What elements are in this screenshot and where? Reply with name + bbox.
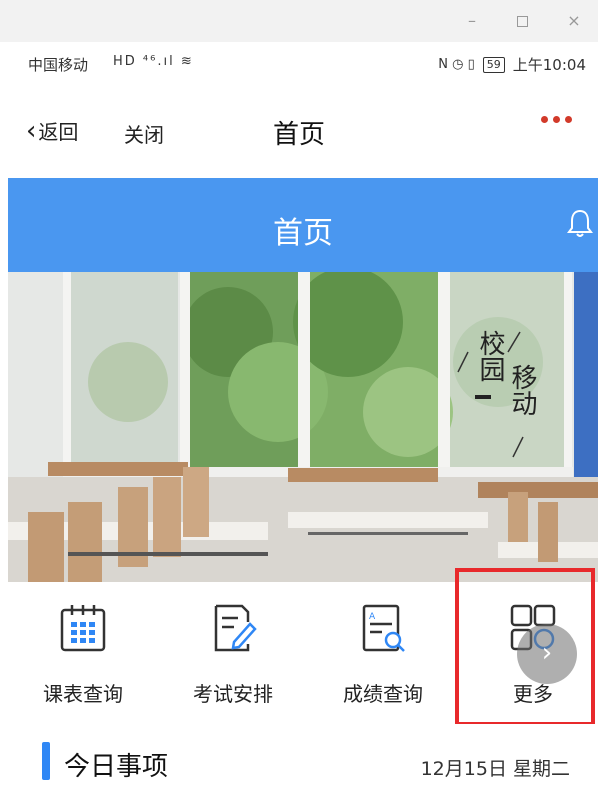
section-marker (42, 742, 50, 780)
nav-title: 首页 (272, 120, 325, 150)
header-title: 首页 (273, 216, 333, 251)
nfc-alarm-vibrate-icons: N ◷ ▯ (438, 57, 475, 72)
bell-icon[interactable] (566, 208, 594, 240)
today-title: 今日事项 (64, 752, 169, 782)
svg-text:A: A (369, 612, 376, 622)
maximize-button[interactable] (508, 8, 536, 34)
func-label: 考试安排 (193, 682, 273, 706)
exam-edit-icon (214, 604, 257, 652)
grade-search-icon: A (362, 604, 405, 652)
network-icons: HD ⁴⁶.ıl ≋ (113, 54, 194, 69)
status-time: 上午10:04 (512, 56, 586, 74)
func-timetable[interactable]: 课表查询 (8, 582, 158, 722)
battery-icon: 59 (482, 56, 505, 73)
close-window-button[interactable]: × (560, 8, 588, 34)
close-button[interactable]: 关闭 (124, 119, 164, 148)
page-header: 首页 (8, 178, 598, 272)
back-button[interactable]: ‹ 返回 (26, 116, 78, 145)
func-label: 课表查询 (43, 682, 123, 706)
minimize-button[interactable]: – (458, 8, 486, 34)
today-section: 今日事项 12月15日 星期二 (0, 724, 598, 800)
carrier-name: 中国移动 (28, 56, 89, 74)
func-grades[interactable]: A 成绩查询 (308, 582, 458, 722)
func-label: 成绩查询 (343, 682, 423, 706)
back-label: 返回 (38, 120, 79, 144)
func-exam[interactable]: 考试安排 (158, 582, 308, 722)
maximize-icon (516, 16, 528, 27)
banner-text-mobile: 移动 (507, 364, 537, 416)
status-right: N ◷ ▯ 59 上午10:04 (438, 54, 586, 75)
more-options-icon[interactable] (541, 116, 572, 123)
window-chrome: – × (0, 0, 598, 42)
classroom-illustration (8, 272, 598, 582)
banner-image[interactable]: 校园 移动 (8, 272, 598, 582)
chevron-left-icon: ‹ (26, 115, 37, 146)
chevron-right-icon: › (541, 638, 553, 668)
today-date: 12月15日 星期二 (420, 758, 570, 780)
floating-assist-button[interactable]: › (517, 624, 577, 684)
calendar-icon (60, 605, 106, 652)
nav-bar: ‹ 返回 关闭 首页 (0, 86, 598, 178)
status-bar: 中国移动 HD ⁴⁶.ıl ≋ N ◷ ▯ 59 上午10:04 (0, 42, 598, 86)
